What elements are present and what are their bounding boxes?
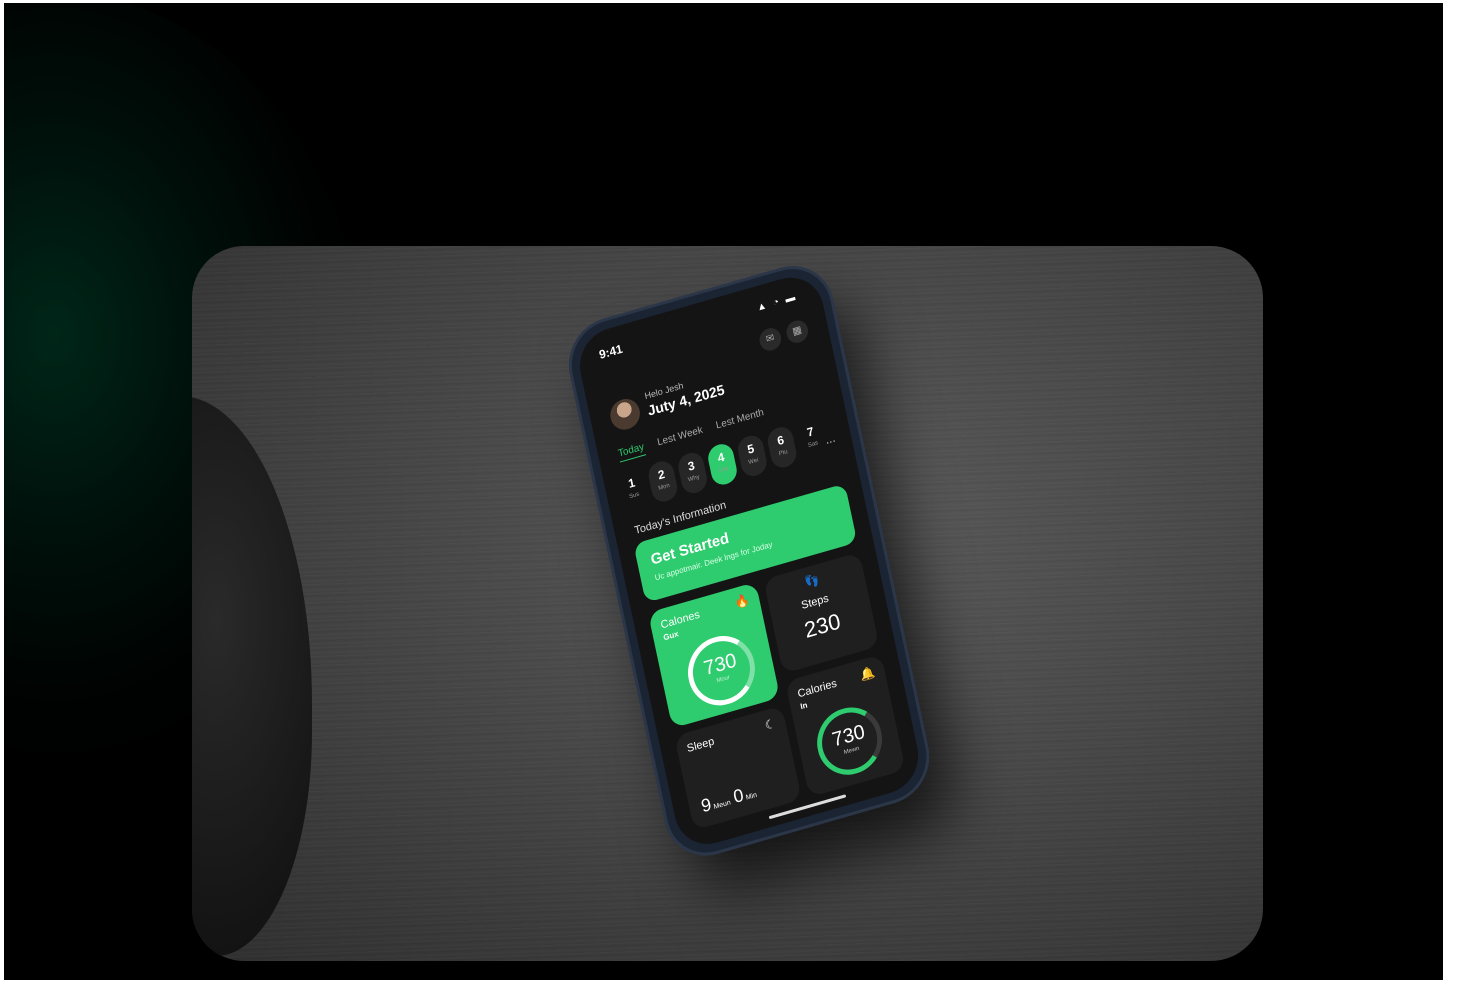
day-chip-selected[interactable]: 4 Ure <box>705 441 740 488</box>
status-icons: ▲ ◔ ▬ <box>755 291 799 314</box>
avatar[interactable] <box>607 395 643 434</box>
flame-icon: 🔥 <box>733 592 751 611</box>
tab-last-month[interactable]: Lest Menth <box>715 407 765 434</box>
calories-in-ring: 730 Mewn <box>811 699 889 783</box>
calories-in-sub: In <box>799 700 809 712</box>
calories-out-sub: Gux <box>662 629 680 643</box>
day-chip[interactable]: 3 Why <box>676 449 710 497</box>
calories-in-tile[interactable]: Calories In 🔔 730 Mewn <box>784 654 906 798</box>
calories-out-tile[interactable]: Calones Gux 🔥 730 Mour <box>647 581 781 729</box>
tab-today[interactable]: Today <box>617 441 646 463</box>
phone-mockup: 9:41 ▲ ◔ ▬ ✉ ▦ Helo Jesh Juty 4, 2025 To… <box>564 259 935 863</box>
day-chip[interactable]: 7 Sas <box>795 416 828 462</box>
background-scene: 9:41 ▲ ◔ ▬ ✉ ▦ Helo Jesh Juty 4, 2025 To… <box>4 3 1443 980</box>
steps-value: 230 <box>802 608 843 643</box>
steps-tile[interactable]: 👣 Steps 230 <box>763 552 880 674</box>
calories-out-ring: 730 Mour <box>681 627 762 714</box>
day-chip[interactable]: 1 Sus <box>616 467 649 513</box>
message-button[interactable]: ✉ <box>757 325 784 354</box>
footsteps-icon: 👣 <box>803 572 821 591</box>
sleep-label: Sleep <box>685 735 716 756</box>
calories-out-label: Calones <box>659 608 701 632</box>
day-chip[interactable]: 5 Wei <box>735 432 769 480</box>
status-time: 9:41 <box>597 341 624 362</box>
calories-in-label: Calories <box>796 677 838 701</box>
qr-button[interactable]: ▦ <box>784 317 811 346</box>
sleep-value: 9Meun0Min <box>699 784 758 817</box>
day-chip[interactable]: 6 Ptu <box>765 424 799 471</box>
more-icon[interactable]: ... <box>824 430 837 446</box>
day-chip[interactable]: 2 Mon <box>646 458 680 505</box>
moon-icon: ☾ <box>763 715 777 733</box>
steps-label: Steps <box>800 592 830 612</box>
tab-last-week[interactable]: Lest Week <box>656 425 704 452</box>
dark-rock <box>192 396 312 956</box>
bell-icon: 🔔 <box>858 664 877 683</box>
